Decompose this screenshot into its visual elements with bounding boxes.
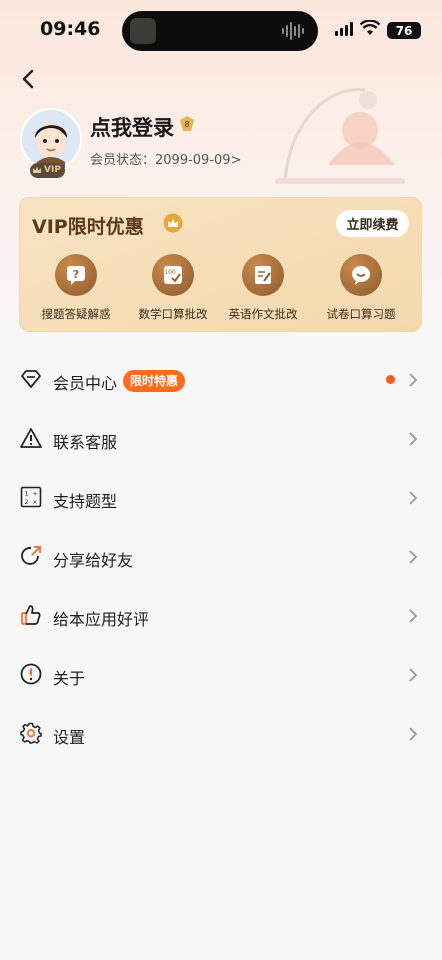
svg-text:2: 2: [25, 499, 29, 506]
feature-exam-practice[interactable]: 试卷口算习题: [311, 254, 411, 322]
math-grid-icon: 1 + 2 ×: [20, 486, 42, 508]
vip-badge: VIP: [30, 163, 65, 178]
battery-indicator: 76: [387, 22, 421, 39]
menu-label: 设置: [53, 728, 86, 747]
diamond-icon: [21, 370, 41, 388]
svg-text:1: 1: [25, 491, 29, 498]
feature-label: 搜题答疑解惑: [41, 307, 111, 321]
dynamic-island[interactable]: [122, 11, 318, 51]
renew-button[interactable]: 立即续费: [336, 210, 409, 237]
share-arrow-icon: [21, 546, 41, 565]
wifi-icon: [360, 20, 380, 35]
settings-menu: 会员中心 限时特惠 联系客服 1 + 2 × 支持题型 分享给好友 给本应用好评…: [0, 352, 442, 765]
member-status-value: 2099-09-09>: [155, 153, 242, 168]
status-bar: 09:46 76: [0, 0, 442, 60]
menu-item-share[interactable]: 分享给好友: [0, 529, 442, 588]
cellular-signal-icon: [335, 22, 353, 36]
level-number: 8: [184, 120, 189, 129]
notification-dot: [386, 375, 395, 384]
media-thumbnail: [130, 18, 156, 44]
chevron-right-icon: [409, 432, 418, 446]
feature-essay-check[interactable]: 英语作文批改: [213, 254, 313, 322]
feature-label: 英语作文批改: [228, 307, 298, 321]
svg-text:×: ×: [32, 499, 37, 506]
math-check-icon: 100: [152, 254, 194, 296]
gear-icon: [20, 722, 42, 744]
chevron-right-icon: [409, 491, 418, 505]
menu-label: 给本应用好评: [53, 610, 150, 629]
menu-label: 分享给好友: [53, 551, 134, 570]
menu-item-about[interactable]: 关于: [0, 647, 442, 706]
chevron-right-icon: [409, 373, 418, 387]
info-circle-icon: [20, 663, 42, 685]
level-badge: 8: [180, 116, 194, 131]
lamp-illustration: [275, 88, 405, 184]
menu-item-settings[interactable]: 设置: [0, 706, 442, 765]
member-status-label: 会员状态：: [90, 153, 156, 168]
menu-label: 联系客服: [53, 433, 118, 452]
audio-wave-icon: [282, 21, 304, 41]
menu-item-contact-support[interactable]: 联系客服: [0, 411, 442, 470]
menu-label: 会员中心: [53, 374, 118, 393]
login-link[interactable]: 点我登录: [90, 112, 174, 142]
vip-promo-card: VIP限时优惠 立即续费 ? 搜题答疑解惑 100 数学口算批改 英语作文批改 …: [19, 197, 422, 332]
feature-label: 试卷口算习题: [326, 307, 396, 321]
svg-text:+: +: [32, 491, 37, 498]
vip-card-title: VIP限时优惠: [32, 216, 144, 238]
warning-triangle-icon: [20, 428, 42, 448]
svg-text:100: 100: [164, 269, 176, 276]
smile-bubble-icon: [340, 254, 382, 296]
promo-tag: 限时特惠: [123, 370, 186, 392]
menu-label: 关于: [53, 669, 86, 688]
menu-item-vip-center[interactable]: 会员中心 限时特惠: [0, 352, 442, 411]
question-bubble-icon: ?: [55, 254, 97, 296]
crown-icon: [163, 213, 183, 233]
member-status[interactable]: 会员状态：2099-09-09>: [90, 149, 241, 168]
back-arrow-icon[interactable]: [16, 66, 42, 92]
chevron-right-icon: [409, 550, 418, 564]
menu-item-question-types[interactable]: 1 + 2 × 支持题型: [0, 470, 442, 529]
svg-text:?: ?: [73, 268, 79, 281]
boy-avatar-icon: [22, 110, 80, 168]
feature-search-answer[interactable]: ? 搜题答疑解惑: [26, 254, 126, 322]
essay-pen-icon: [242, 254, 284, 296]
thumbs-up-icon: [21, 605, 41, 625]
feature-math-check[interactable]: 100 数学口算批改: [123, 254, 223, 322]
avatar[interactable]: [20, 108, 82, 170]
chevron-right-icon: [409, 727, 418, 741]
status-time: 09:46: [40, 18, 101, 40]
chevron-right-icon: [409, 609, 418, 623]
feature-label: 数学口算批改: [138, 307, 208, 321]
menu-item-rate-app[interactable]: 给本应用好评: [0, 588, 442, 647]
chevron-right-icon: [409, 668, 418, 682]
crown-icon: [33, 166, 41, 173]
menu-label: 支持题型: [53, 492, 118, 511]
